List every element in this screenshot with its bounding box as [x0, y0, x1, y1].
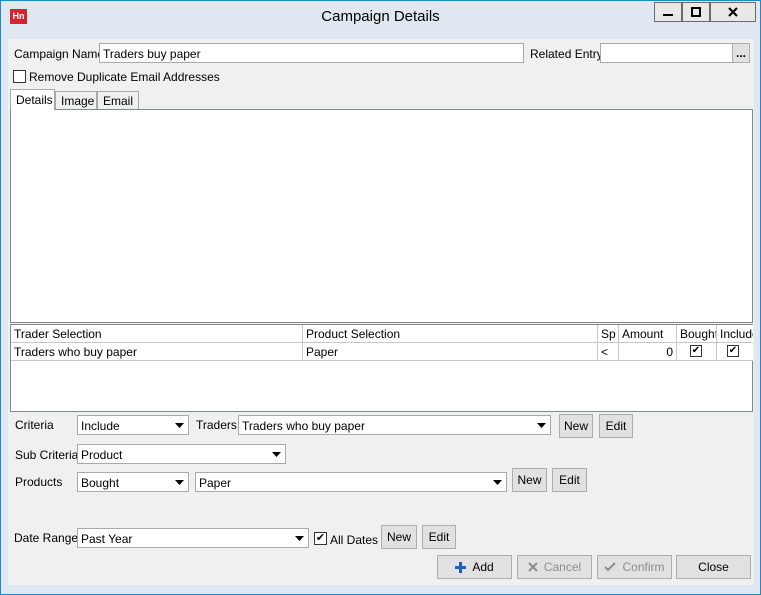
cell-sp[interactable]: <	[598, 343, 619, 361]
column-header-include[interactable]: Include	[717, 325, 753, 343]
maximize-icon	[691, 7, 701, 17]
add-button[interactable]: Add	[437, 555, 512, 579]
cell-product-selection[interactable]: Paper	[303, 343, 598, 361]
chevron-down-icon	[291, 529, 308, 547]
title-bar[interactable]: Hn Campaign Details	[1, 1, 760, 32]
products-mode-select-value: Bought	[81, 476, 120, 490]
sub-criteria-select-value: Product	[81, 448, 123, 462]
campaign-name-input[interactable]: Traders buy paper	[99, 43, 524, 63]
tab-details[interactable]: Details	[10, 89, 55, 110]
remove-duplicates-checkbox[interactable]	[13, 70, 26, 83]
remove-duplicates-label: Remove Duplicate Email Addresses	[29, 70, 220, 84]
products-select[interactable]: Paper	[195, 472, 507, 492]
add-button-label: Add	[472, 560, 494, 574]
date-range-select[interactable]: Past Year	[77, 528, 309, 548]
dialog-body: Campaign Name Traders buy paper Related …	[8, 39, 754, 585]
column-header-trader-selection[interactable]: Trader Selection	[11, 325, 303, 343]
criteria-label: Criteria	[15, 418, 54, 432]
sub-criteria-select[interactable]: Product	[77, 444, 286, 464]
date-range-select-value: Past Year	[81, 532, 133, 546]
cell-amount[interactable]: 0	[619, 343, 677, 361]
chevron-down-icon	[489, 473, 506, 491]
traders-edit-button[interactable]: Edit	[599, 414, 633, 438]
related-entry-input[interactable]	[600, 43, 736, 63]
products-label: Products	[15, 475, 63, 489]
products-edit-button[interactable]: Edit	[552, 468, 587, 492]
close-icon	[728, 7, 738, 17]
all-dates-label: All Dates	[330, 533, 379, 547]
chevron-down-icon	[171, 416, 188, 434]
column-header-bought[interactable]: Bought	[677, 325, 717, 343]
criteria-select-value: Include	[81, 419, 120, 433]
window-title: Campaign Details	[321, 8, 440, 25]
cell-include[interactable]: ✔	[717, 343, 753, 361]
campaign-details-window: Hn Campaign Details Campaign Name Trader…	[0, 0, 761, 595]
all-dates-checkbox[interactable]: ✔	[314, 532, 327, 545]
tab-image[interactable]: Image	[55, 91, 97, 109]
campaign-name-label: Campaign Name	[14, 47, 105, 61]
column-header-product-selection[interactable]: Product Selection	[303, 325, 598, 343]
criteria-select[interactable]: Include	[77, 415, 189, 435]
bought-checkbox[interactable]: ✔	[690, 345, 702, 357]
column-header-amount[interactable]: Amount	[619, 325, 677, 343]
include-checkbox[interactable]: ✔	[727, 345, 739, 357]
related-entry-label: Related Entry	[530, 47, 603, 61]
cell-bought[interactable]: ✔	[677, 343, 717, 361]
sub-criteria-label: Sub Criteria	[15, 448, 79, 462]
date-range-label: Date Range	[14, 531, 79, 545]
minimize-icon	[663, 14, 673, 16]
close-window-button[interactable]	[710, 2, 756, 22]
related-entry-browse-button[interactable]: ...	[732, 43, 750, 63]
chevron-down-icon	[268, 445, 285, 463]
products-select-value: Paper	[199, 476, 232, 490]
products-new-button[interactable]: New	[512, 468, 547, 492]
selection-grid[interactable]: Trader Selection Product Selection Sp Am…	[10, 324, 753, 412]
cell-trader-selection[interactable]: Traders who buy paper	[11, 343, 303, 361]
traders-select-value: Traders who buy paper	[242, 419, 365, 433]
plus-icon	[455, 561, 467, 573]
traders-label: Traders	[196, 418, 237, 432]
column-header-sp[interactable]: Sp	[598, 325, 619, 343]
close-button[interactable]: Close	[676, 555, 751, 579]
details-panel	[10, 109, 753, 323]
checkmark-icon	[604, 562, 617, 572]
close-icon	[528, 562, 538, 572]
traders-new-button[interactable]: New	[559, 414, 593, 438]
tab-email[interactable]: Email	[97, 91, 139, 109]
date-range-edit-button[interactable]: Edit	[422, 525, 456, 549]
cancel-button[interactable]: Cancel	[517, 555, 592, 579]
confirm-button[interactable]: Confirm	[597, 555, 672, 579]
confirm-button-label: Confirm	[622, 560, 665, 574]
products-mode-select[interactable]: Bought	[77, 472, 189, 492]
cancel-button-label: Cancel	[543, 560, 582, 574]
chevron-down-icon	[533, 416, 550, 434]
chevron-down-icon	[171, 473, 188, 491]
minimize-button[interactable]	[654, 2, 682, 22]
date-range-new-button[interactable]: New	[381, 525, 417, 549]
maximize-button[interactable]	[682, 2, 710, 22]
traders-select[interactable]: Traders who buy paper	[238, 415, 551, 435]
